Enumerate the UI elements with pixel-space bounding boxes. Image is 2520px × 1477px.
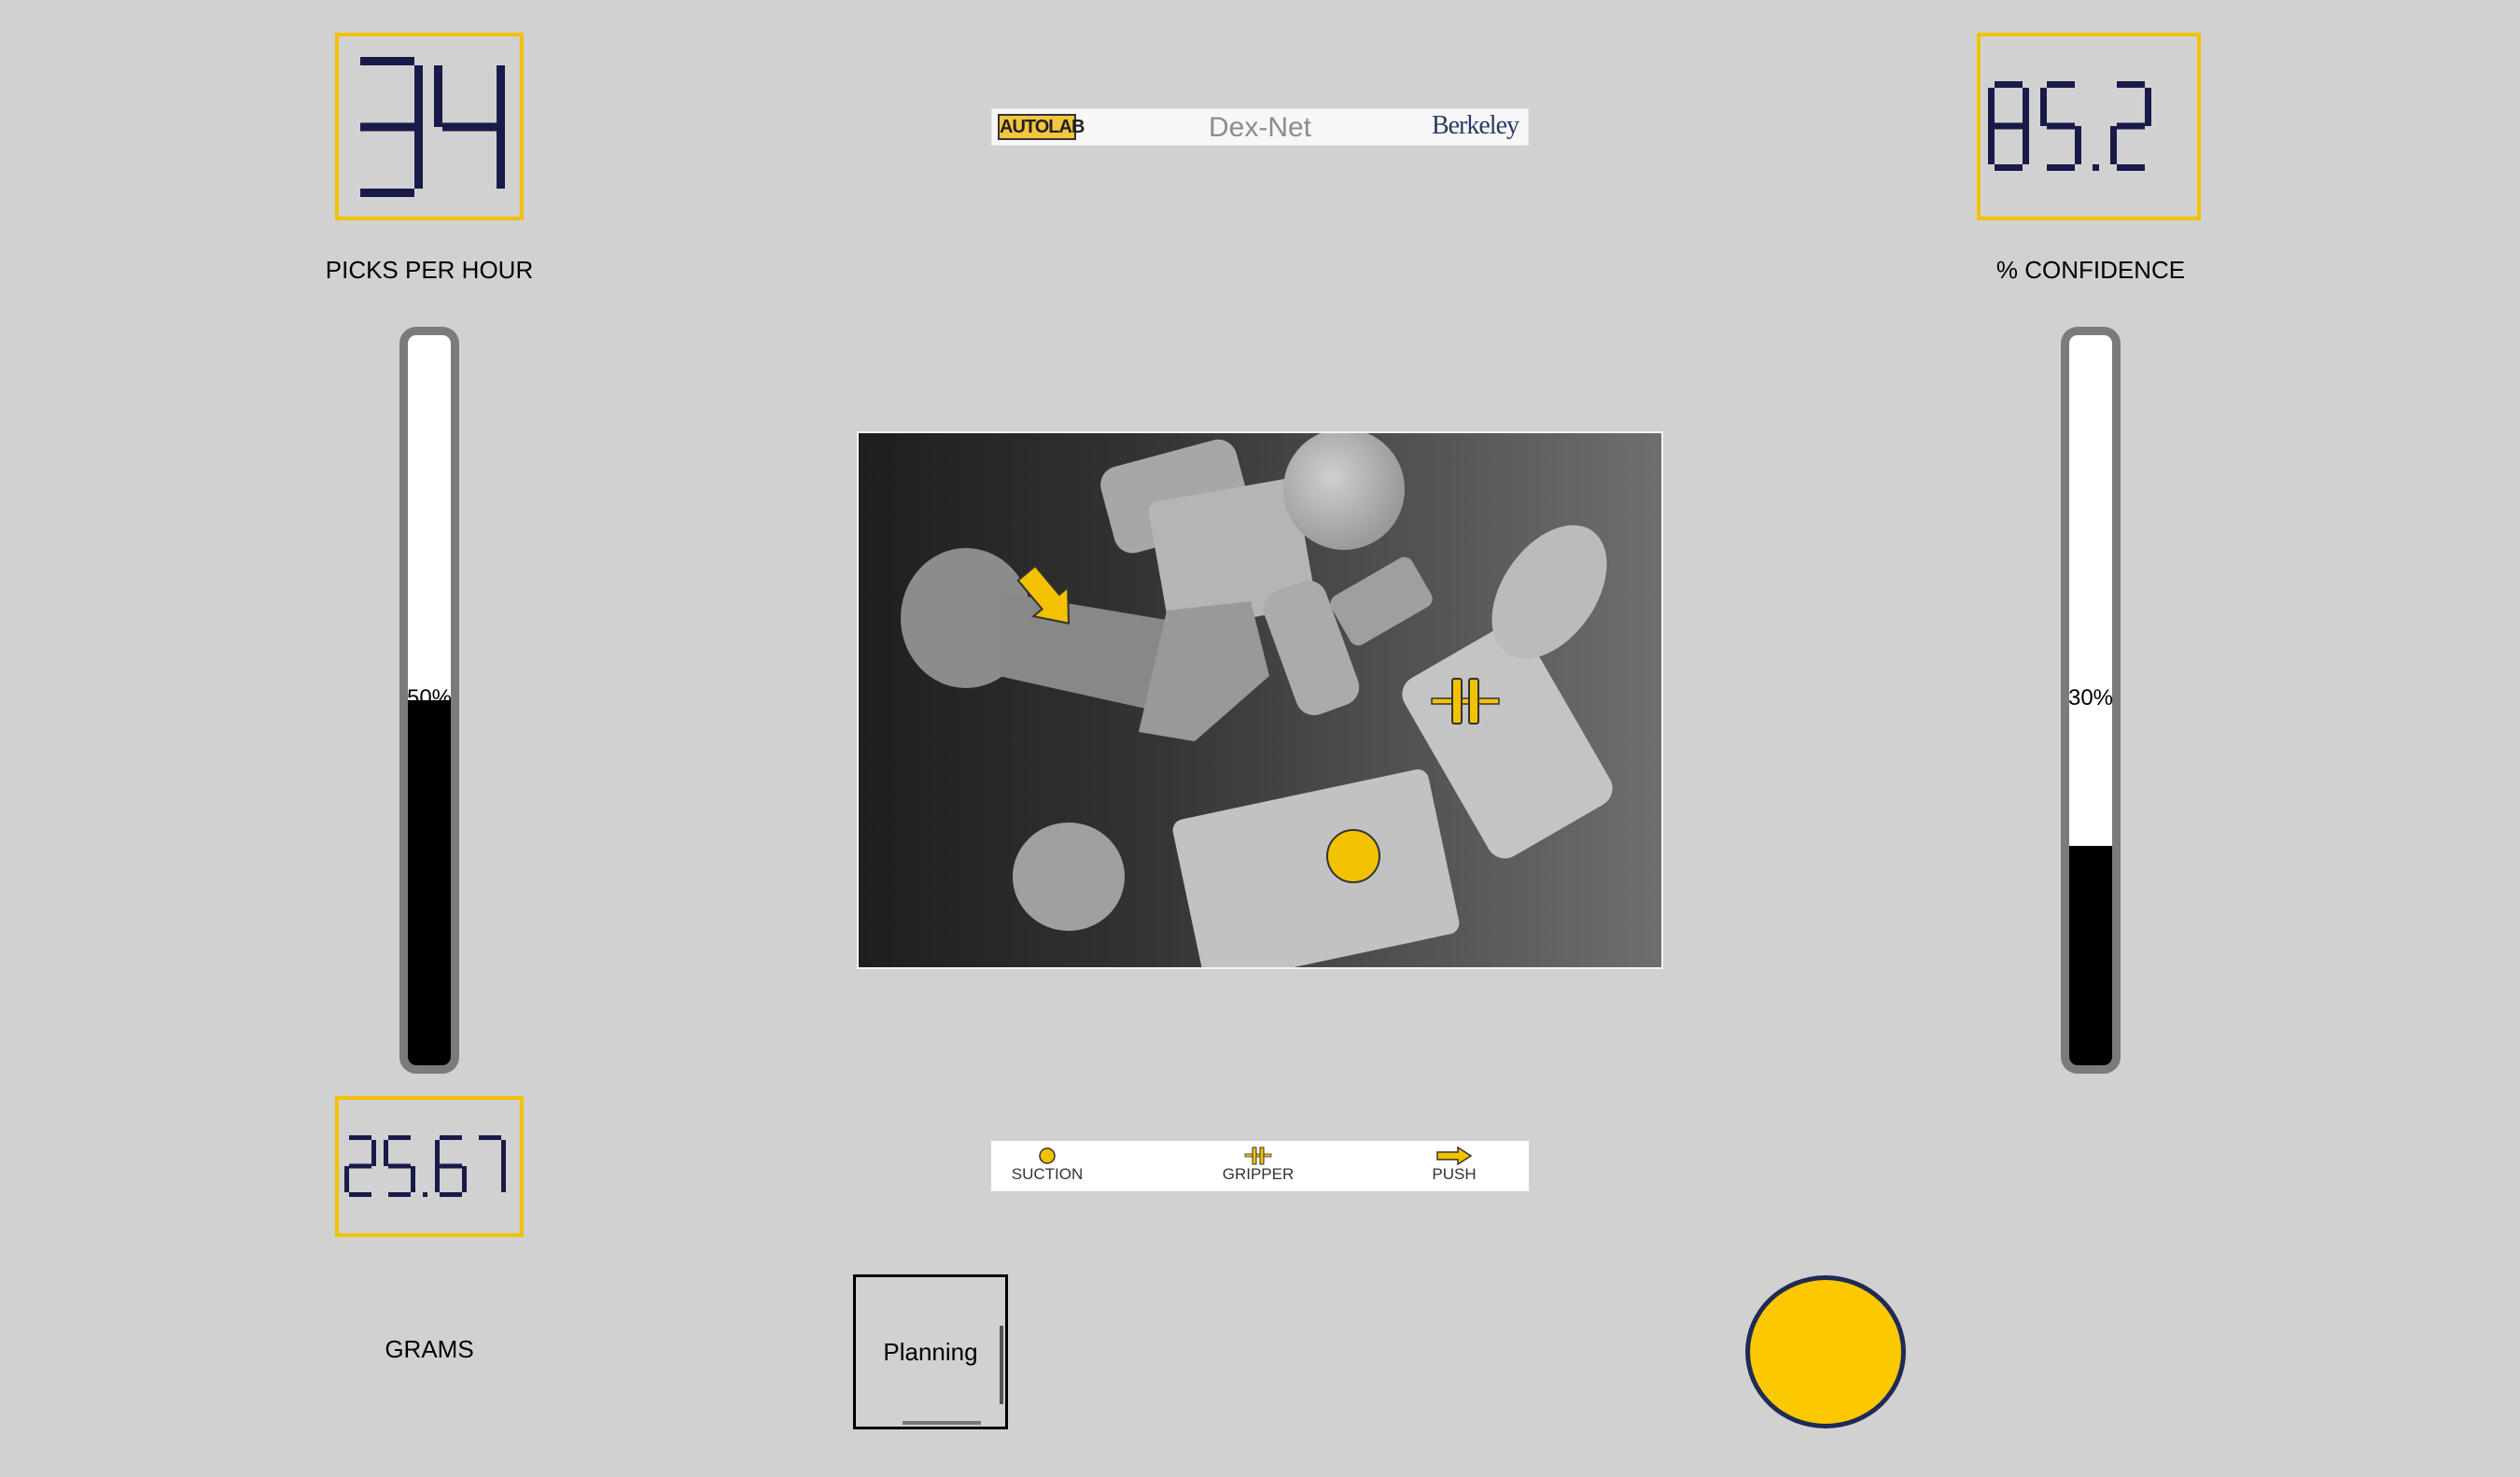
picks-per-hour-digits xyxy=(360,57,505,197)
berkeley-logo: Berkeley xyxy=(1431,111,1519,140)
segment-f xyxy=(2040,88,2047,126)
legend-gripper: GRIPPER xyxy=(1202,1141,1314,1191)
segment-d xyxy=(360,189,414,197)
depth-image xyxy=(857,431,1663,969)
segment-a xyxy=(2117,81,2145,88)
planning-label: Planning xyxy=(883,1337,978,1366)
planning-button[interactable]: Planning xyxy=(853,1274,1008,1429)
grams-display xyxy=(335,1096,524,1237)
segment-f xyxy=(384,1140,388,1166)
segment-b xyxy=(414,65,423,127)
confidence-digits xyxy=(1988,81,2151,171)
suction-marker-icon xyxy=(1326,829,1380,883)
decimal-point xyxy=(423,1192,427,1197)
start-button[interactable] xyxy=(1745,1275,1906,1428)
confidence-label: % CONFIDENCE xyxy=(1995,256,2186,284)
legend-suction-label: SUCTION xyxy=(1011,1165,1084,1183)
segment-g xyxy=(388,1163,411,1169)
segment-c xyxy=(501,1166,506,1192)
planning-scrollbar-horizontal[interactable] xyxy=(903,1421,981,1425)
segment-c xyxy=(497,127,505,189)
picks-gauge-percent: 50% xyxy=(406,685,453,710)
decimal-point xyxy=(2093,164,2099,171)
segment-d xyxy=(349,1192,371,1197)
segment-e xyxy=(435,1166,440,1192)
legend-push-label: PUSH xyxy=(1432,1165,1477,1183)
segment-a xyxy=(479,1135,501,1140)
segment-b xyxy=(501,1140,506,1166)
segment-b xyxy=(2023,88,2029,126)
segment-a xyxy=(360,57,414,65)
confidence-gauge-percent: 30% xyxy=(2067,685,2114,710)
confidence-display xyxy=(1977,33,2201,220)
segment-a xyxy=(2047,81,2075,88)
segment-g xyxy=(1995,122,2023,130)
segment-b xyxy=(2145,88,2151,126)
segment-f xyxy=(1988,88,1995,126)
gripper-icon xyxy=(1244,1146,1272,1165)
segment-g xyxy=(349,1163,371,1169)
picks-per-hour-label: PICKS PER HOUR xyxy=(325,256,534,284)
segment-g xyxy=(360,122,414,132)
grams-digits xyxy=(344,1135,506,1197)
legend-push: PUSH xyxy=(1398,1141,1510,1191)
segment-d xyxy=(2117,164,2145,171)
segment-g xyxy=(2047,122,2075,130)
picks-per-hour-display xyxy=(335,33,524,220)
segment-c xyxy=(411,1166,415,1192)
segment-g xyxy=(442,122,497,132)
segment-d xyxy=(1995,164,2023,171)
planning-scrollbar-vertical[interactable] xyxy=(1000,1326,1003,1404)
grams-label: GRAMS xyxy=(385,1335,474,1363)
segment-a xyxy=(388,1135,411,1140)
segment-c xyxy=(2023,126,2029,164)
segment-d xyxy=(388,1192,411,1197)
segment-f xyxy=(435,1140,440,1166)
push-icon xyxy=(1436,1146,1473,1166)
segment-c xyxy=(462,1166,467,1192)
segment-g xyxy=(440,1163,462,1169)
dexnet-banner: AUTOLAB Dex-Net Berkeley xyxy=(991,108,1529,146)
segment-e xyxy=(1988,126,1995,164)
segment-d xyxy=(2047,164,2075,171)
legend-gripper-label: GRIPPER xyxy=(1222,1165,1295,1183)
segment-c xyxy=(2075,126,2081,164)
segment-b xyxy=(371,1140,376,1166)
picks-gauge-fill xyxy=(408,700,451,1065)
segment-c xyxy=(414,127,423,189)
grasp-legend: SUCTION GRIPPER PUSH xyxy=(991,1141,1529,1191)
legend-suction: SUCTION xyxy=(991,1141,1103,1191)
segment-a xyxy=(1995,81,2023,88)
confidence-gauge-fill xyxy=(2069,846,2112,1065)
segment-d xyxy=(440,1192,462,1197)
segment-b xyxy=(497,65,505,127)
segment-g xyxy=(2117,122,2145,130)
segment-e xyxy=(2110,126,2117,164)
suction-icon xyxy=(1039,1147,1056,1164)
segment-f xyxy=(434,65,442,127)
segment-a xyxy=(440,1135,462,1140)
segment-a xyxy=(349,1135,371,1140)
segment-e xyxy=(344,1166,349,1192)
